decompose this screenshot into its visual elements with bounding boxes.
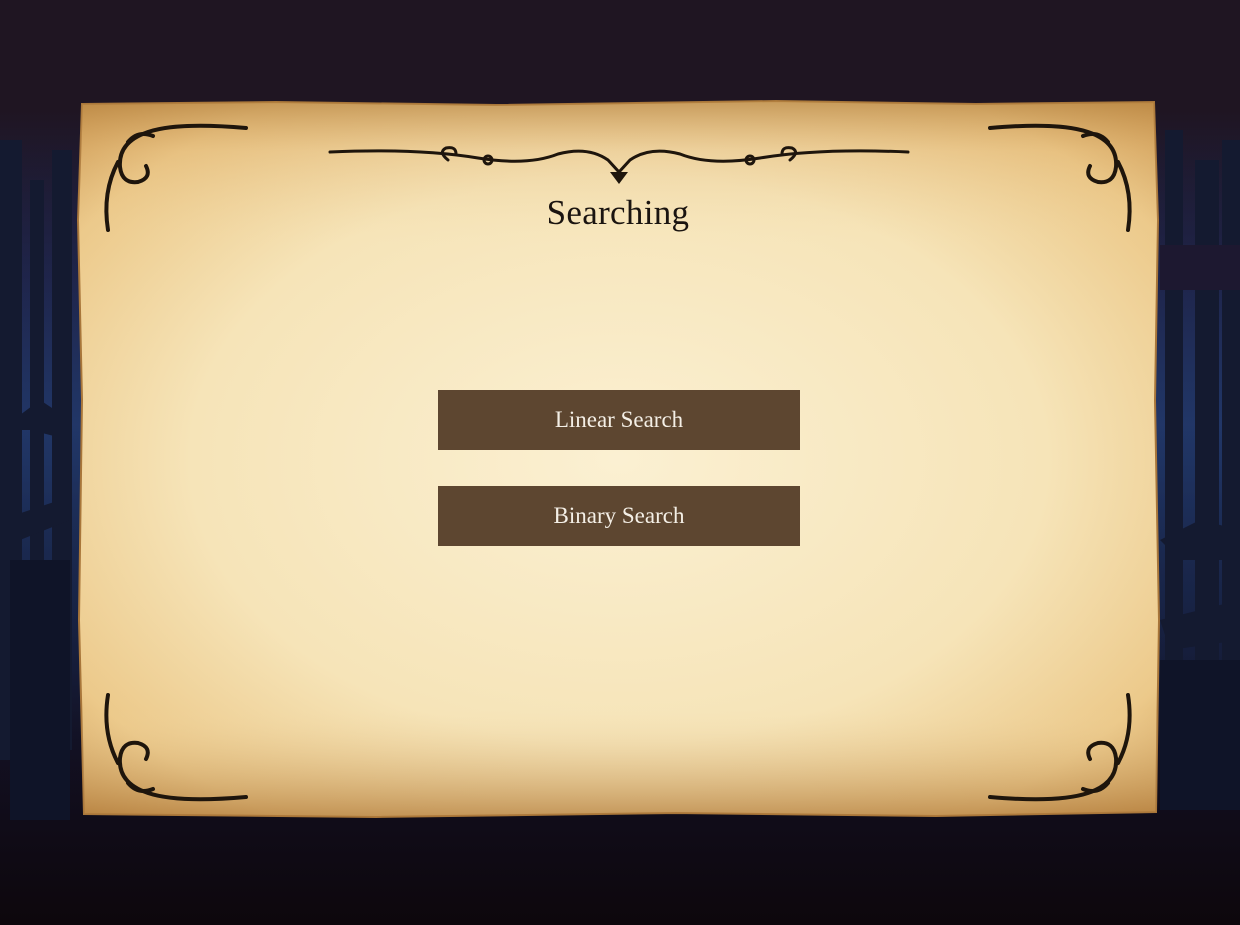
- ornamental-divider-icon: [328, 146, 910, 184]
- page-title: Searching: [546, 193, 690, 232]
- corner-flourish-bottom-left-icon: [104, 693, 248, 802]
- parchment-panel: Searching Linear Search Binary Search: [76, 100, 1160, 818]
- corner-flourish-bottom-right-icon: [988, 693, 1132, 802]
- linear-search-button[interactable]: Linear Search: [438, 390, 800, 450]
- binary-search-button[interactable]: Binary Search: [438, 486, 800, 546]
